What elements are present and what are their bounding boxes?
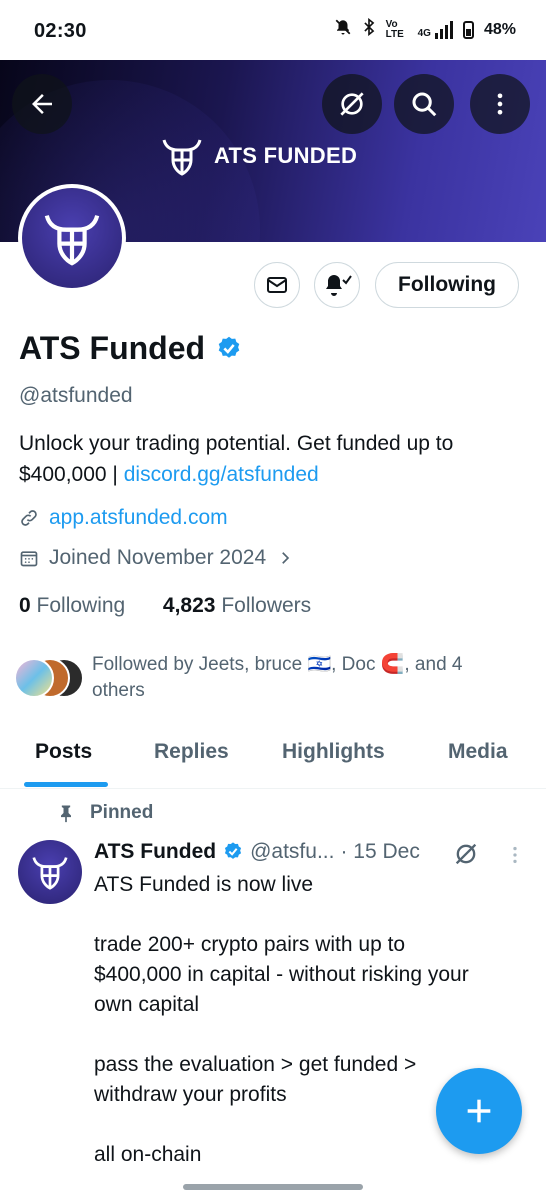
more-vertical-icon	[497, 93, 503, 115]
follower-avatar	[14, 658, 54, 698]
status-bar: 02:30 Vo LTE 4G 48%	[0, 0, 546, 60]
volte-icon: Vo LTE	[385, 18, 404, 40]
search-icon	[412, 92, 437, 117]
post-header: ATS Funded @atsfu... · 15 Dec	[94, 840, 420, 864]
profile-avatar[interactable]	[18, 184, 126, 292]
verified-badge-icon	[218, 336, 240, 358]
tab-media[interactable]: Media	[448, 740, 508, 764]
profile-name: ATS Funded	[19, 330, 243, 367]
link-icon	[21, 510, 37, 526]
search-button[interactable]	[394, 74, 454, 134]
profile-joined[interactable]: Joined November 2024	[19, 546, 294, 570]
followers-count: 4,823	[162, 594, 216, 617]
more-vertical-icon	[513, 846, 517, 864]
pinned-text: Pinned	[90, 802, 154, 823]
following-count: 0	[19, 594, 31, 617]
network-icon: 4G	[418, 20, 453, 39]
bluetooth-icon	[362, 17, 376, 41]
followed-by-text[interactable]: Followed by Jeets, bruce 🇮🇱, Doc 🧲, and …	[92, 652, 512, 704]
post-author-name[interactable]: ATS Funded	[94, 840, 216, 864]
battery-percent: 48%	[483, 20, 516, 38]
chevron-right-icon	[282, 552, 290, 564]
status-icons: Vo LTE 4G 48%	[334, 17, 516, 41]
post-more-button[interactable]	[504, 842, 526, 873]
bull-logo-icon	[162, 139, 202, 176]
banner-brand: ATS FUNDED	[160, 136, 357, 176]
bull-logo-icon	[44, 214, 100, 266]
bell-check-icon	[326, 275, 352, 296]
grok-icon	[340, 92, 364, 116]
tab-posts[interactable]: Posts	[35, 740, 92, 764]
profile-bio: Unlock your trading potential. Get funde…	[19, 428, 529, 490]
pinned-label: Pinned	[56, 802, 153, 824]
message-button[interactable]	[254, 262, 300, 308]
active-tab-indicator	[24, 782, 108, 787]
calendar-icon	[20, 551, 38, 567]
battery-icon	[462, 20, 474, 39]
followers-label: Followers	[215, 594, 312, 617]
post-author-handle[interactable]: @atsfu...	[250, 840, 334, 864]
plus-icon	[467, 1099, 491, 1123]
profile-handle: @atsfunded	[19, 384, 133, 407]
grok-icon	[455, 843, 477, 865]
tab-replies[interactable]: Replies	[154, 740, 229, 764]
following-button[interactable]: Following	[375, 262, 519, 308]
following-label: Following	[30, 594, 126, 617]
notifications-button[interactable]	[314, 262, 360, 308]
home-indicator[interactable]	[183, 1184, 363, 1190]
website-link[interactable]: app.atsfunded.com	[49, 506, 228, 530]
post-text: ATS Funded is now live trade 200+ crypto…	[94, 873, 469, 1166]
bull-logo-icon	[32, 857, 68, 890]
grok-button[interactable]	[322, 74, 382, 134]
following-count-link[interactable]: 0 Following	[19, 594, 125, 617]
followed-by-avatars[interactable]	[14, 652, 90, 700]
banner-brand-text: ATS FUNDED	[214, 143, 358, 168]
joined-text: Joined November 2024	[49, 546, 267, 569]
profile-name-text: ATS Funded	[19, 330, 206, 366]
more-options-button[interactable]	[470, 74, 530, 134]
follow-counts: 0 Following 4,823 Followers	[19, 594, 311, 618]
mute-icon	[334, 18, 352, 41]
verified-badge-icon	[225, 842, 242, 859]
post-date[interactable]: · 15 Dec	[340, 840, 419, 864]
arrow-left-icon	[32, 94, 52, 114]
post-grok-button[interactable]	[452, 840, 480, 873]
status-time: 02:30	[34, 20, 87, 42]
bio-discord-link[interactable]: discord.gg/atsfunded	[124, 463, 319, 486]
profile-website: app.atsfunded.com	[19, 506, 228, 530]
back-button[interactable]	[12, 74, 72, 134]
followers-count-link[interactable]: 4,823 Followers	[163, 594, 311, 617]
envelope-icon	[267, 277, 287, 293]
tab-highlights[interactable]: Highlights	[282, 740, 385, 764]
compose-post-button[interactable]	[436, 1068, 522, 1154]
post-author-avatar[interactable]	[18, 840, 82, 904]
profile-tabs: Posts Replies Highlights Media	[0, 726, 546, 789]
pin-icon	[61, 805, 71, 823]
